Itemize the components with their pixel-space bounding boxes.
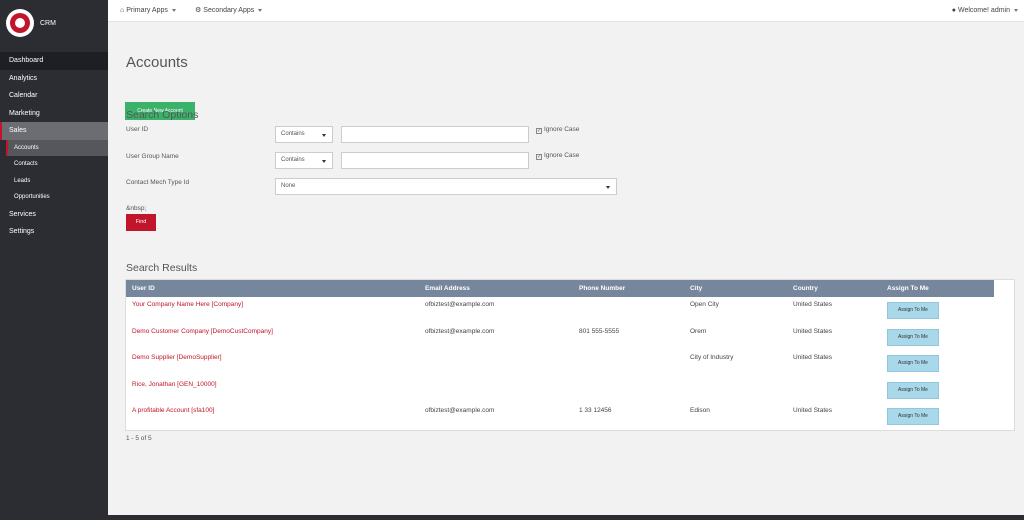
primary-apps-label: Primary Apps [126,7,168,14]
chevron-down-icon [322,160,326,163]
chevron-down-icon [1014,8,1018,12]
sidebar-subitem-accounts[interactable]: Accounts [6,139,108,156]
chevron-down-icon [606,186,610,189]
user-icon: ● [951,7,956,14]
sidebar-subitem-leads[interactable]: Leads [0,173,108,190]
results-table: User ID Email Address Phone Number City … [125,279,1015,431]
account-link[interactable]: Your Company Name Here [Company] [132,301,243,308]
page-title: Accounts [126,54,188,71]
checkbox-checked-icon[interactable]: ✓ [536,154,542,160]
table-row: Demo Supplier [DemoSupplier] City of Ind… [126,350,994,377]
secondary-apps-label: Secondary Apps [203,7,255,14]
table-row: Demo Customer Company [DemoCustCompany] … [126,324,994,351]
city-cell: Edison [690,407,710,414]
sidebar-item-services[interactable]: Services [0,206,108,224]
email-cell: ofbiztest@example.com [425,301,495,308]
home-icon: ⌂ [120,7,125,14]
sidebar-nav: Dashboard Analytics Calendar Marketing S… [0,52,108,241]
chevron-down-icon [322,134,326,137]
user-id-label: User ID [126,126,149,133]
primary-apps-menu[interactable]: ⌂ Primary Apps [120,0,176,22]
sidebar: CRM Dashboard Analytics Calendar Marketi… [0,0,108,520]
col-assign[interactable]: Assign To Me [887,280,929,297]
table-header: User ID Email Address Phone Number City … [126,280,994,297]
account-link[interactable]: A profitable Account [sfa100] [132,407,214,414]
assign-to-me-button[interactable]: Assign To Me [887,408,939,425]
table-row: Your Company Name Here [Company] ofbizte… [126,297,994,324]
user-group-label: User Group Name [126,153,179,160]
ignore-case-label: Ignore Case [544,152,580,159]
welcome-text: Welcome! admin [957,7,1010,14]
secondary-apps-menu[interactable]: ⚙ Secondary Apps [195,0,263,22]
top-navbar: ⌂ Primary Apps ⚙ Secondary Apps ● Welcome! … [108,0,1024,22]
sidebar-item-calendar[interactable]: Calendar [0,87,108,105]
contact-mech-select[interactable]: None [275,178,617,195]
pagination-summary: 1 - 5 of 5 [126,435,152,442]
gear-icon: ⚙ [195,7,202,14]
chevron-down-icon [258,8,263,12]
account-link[interactable]: Rice, Jonathan [GEN_10000] [132,381,217,388]
country-cell: United States [793,301,833,308]
country-cell: United States [793,327,833,335]
user-menu[interactable]: ● Welcome! admin [952,0,1018,22]
col-email[interactable]: Email Address [425,280,470,297]
user-id-ignore-case[interactable]: ✓ Ignore Case [536,126,579,134]
user-id-operator-value: Contains [281,131,305,137]
user-id-operator-select[interactable]: Contains [275,126,333,143]
ignore-case-label: Ignore Case [544,126,580,133]
account-link[interactable]: Demo Customer Company [DemoCustCompany] [132,328,273,335]
table-row: Rice, Jonathan [GEN_10000] Assign To Me [126,377,994,404]
crm-logo-icon [6,9,34,37]
contact-mech-value: None [281,183,296,189]
find-button[interactable]: Find [126,214,156,231]
country-cell: United States [793,354,833,361]
assign-to-me-button[interactable]: Assign To Me [887,302,939,319]
col-city[interactable]: City [690,280,702,297]
sidebar-item-dashboard[interactable]: Dashboard [0,52,108,70]
email-cell: ofbiztest@example.com [425,407,495,414]
contact-mech-label: Contact Mech Type Id [126,179,190,186]
chevron-down-icon [171,8,176,12]
main-content: Accounts Create New Account Search Optio… [108,22,1024,515]
table-row: A profitable Account [sfa100] ofbiztest@… [126,403,994,430]
user-group-operator-value: Contains [281,157,305,163]
col-phone[interactable]: Phone Number [579,280,625,297]
search-results-title: Search Results [126,262,198,274]
brand[interactable]: CRM [0,0,108,46]
sidebar-item-analytics[interactable]: Analytics [0,70,108,88]
user-group-ignore-case[interactable]: ✓ Ignore Case [536,152,579,160]
search-options-title: Search Options [126,109,199,121]
sidebar-item-marketing[interactable]: Marketing [0,105,108,123]
user-group-operator-select[interactable]: Contains [275,152,333,169]
sidebar-item-sales[interactable]: Sales [0,122,108,140]
user-group-input[interactable] [341,152,529,169]
email-cell: ofbiztest@example.com [425,327,495,335]
sidebar-subitem-opportunities[interactable]: Opportunities [0,189,108,206]
sidebar-item-settings[interactable]: Settings [0,223,108,241]
phone-cell: 1 33 12456 [579,407,612,414]
assign-to-me-button[interactable]: Assign To Me [887,381,939,399]
sidebar-subitem-contacts[interactable]: Contacts [0,156,108,173]
city-cell: Orem [690,327,707,335]
assign-to-me-button[interactable]: Assign To Me [887,355,939,372]
phone-cell: 801 555-5555 [579,327,620,335]
city-cell: Open City [690,301,719,308]
footer-bar [108,515,1024,520]
checkbox-checked-icon[interactable]: ✓ [536,128,542,134]
assign-to-me-button[interactable]: Assign To Me [887,328,939,346]
brand-name: CRM [40,19,56,27]
country-cell: United States [793,407,833,414]
city-cell: City of Industry [690,354,734,361]
nbsp-label: &nbsp; [126,205,147,212]
col-user-id[interactable]: User ID [132,280,155,297]
col-country[interactable]: Country [793,280,818,297]
account-link[interactable]: Demo Supplier [DemoSupplier] [132,354,222,361]
user-id-input[interactable] [341,126,529,143]
